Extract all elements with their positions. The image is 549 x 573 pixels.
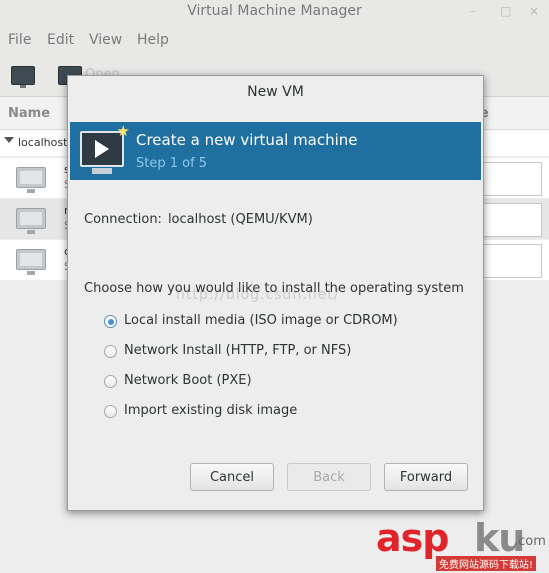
wizard-banner: ★ Create a new virtual machine Step 1 of… xyxy=(70,122,481,180)
main-window-titlebar: Virtual Machine Manager – □ × xyxy=(0,0,549,24)
vm-monitor-icon xyxy=(16,249,46,275)
window-title: Virtual Machine Manager xyxy=(187,3,362,19)
sparkle-star-icon: ★ xyxy=(116,122,130,140)
option-label[interactable]: Import existing disk image xyxy=(124,403,297,418)
new-vm-icon[interactable] xyxy=(11,66,35,88)
radio-selected-icon[interactable] xyxy=(104,315,117,328)
dialog-title: New VM xyxy=(247,84,304,100)
vm-monitor-icon xyxy=(16,208,46,234)
cpu-usage-graph xyxy=(478,162,542,196)
play-icon xyxy=(95,140,109,158)
close-icon[interactable]: × xyxy=(529,0,539,22)
menu-file[interactable]: File xyxy=(8,32,31,48)
column-name-header[interactable]: Name xyxy=(8,106,50,121)
option-label[interactable]: Local install media (ISO image or CDROM) xyxy=(124,313,398,328)
connection-label: Connection: xyxy=(84,212,162,227)
option-label[interactable]: Network Boot (PXE) xyxy=(124,373,252,388)
minimize-icon[interactable]: – xyxy=(470,0,476,22)
logo-asp-text: asp xyxy=(376,516,449,560)
connection-row: Connection: localhost (QEMU/KVM) xyxy=(84,212,313,227)
menu-help[interactable]: Help xyxy=(137,32,169,48)
forward-button[interactable]: Forward xyxy=(384,463,468,491)
new-vm-monitor-icon: ★ xyxy=(80,124,130,174)
cpu-usage-graph xyxy=(478,244,542,278)
menu-view[interactable]: View xyxy=(89,32,122,48)
radio-icon[interactable] xyxy=(104,345,117,358)
connection-group-label: localhost xyxy=(18,136,68,149)
connection-value: localhost (QEMU/KVM) xyxy=(167,212,313,227)
expander-arrow-icon[interactable] xyxy=(4,137,14,143)
new-vm-dialog: New VM ★ Create a new virtual machine St… xyxy=(67,75,484,511)
radio-icon[interactable] xyxy=(104,375,117,388)
logo-subtitle: 免费网站源码下载站! xyxy=(436,556,537,571)
maximize-icon[interactable]: □ xyxy=(500,0,511,22)
radio-icon[interactable] xyxy=(104,405,117,418)
logo-com-text: .com xyxy=(514,534,546,549)
cancel-button[interactable]: Cancel xyxy=(190,463,274,491)
cpu-usage-graph xyxy=(478,203,542,237)
vm-monitor-icon xyxy=(16,167,46,193)
monitor-stand-icon xyxy=(92,168,112,174)
menubar: File Edit View Help xyxy=(0,24,549,56)
blog-watermark: http://blog.csdn.net/ xyxy=(176,287,340,303)
wizard-step: Step 1 of 5 xyxy=(136,156,208,171)
site-logo: asp ku .com 免费网站源码下载站! xyxy=(376,516,546,572)
option-label[interactable]: Network Install (HTTP, FTP, or NFS) xyxy=(124,343,351,358)
menu-edit[interactable]: Edit xyxy=(47,32,74,48)
wizard-title: Create a new virtual machine xyxy=(136,131,358,149)
back-button[interactable]: Back xyxy=(287,463,371,491)
